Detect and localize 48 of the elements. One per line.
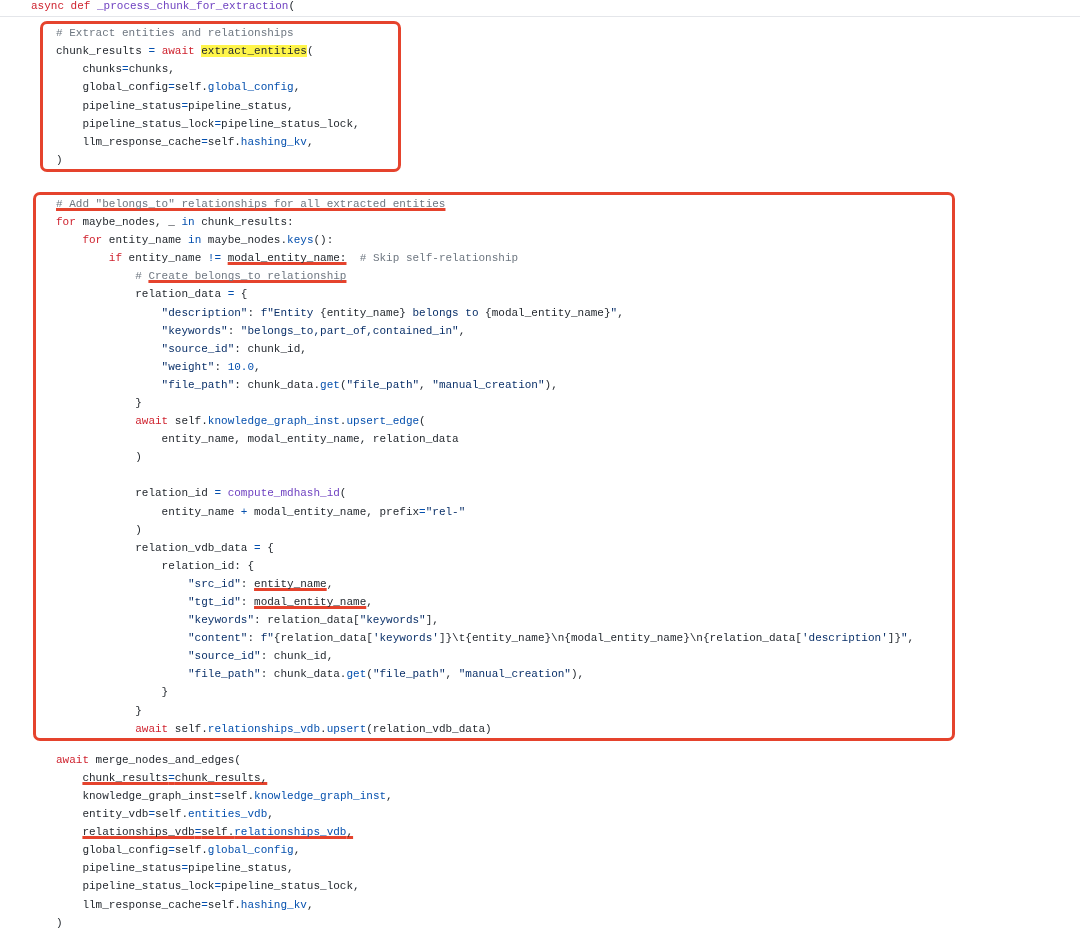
code-line: "keywords": "belongs_to,part_of,contained_in", bbox=[160, 323, 466, 339]
code-line: async def _process_chunk_for_extraction( bbox=[30, 0, 296, 14]
code-line: chunk_results = await extract_entities( bbox=[56, 44, 314, 60]
code-line: await self.knowledge_graph_inst.upsert_edge( bbox=[134, 414, 426, 430]
code-line: # Create belongs_to relationship bbox=[134, 269, 347, 285]
code-line: entity_name + modal_entity_name, prefix="rel-" bbox=[160, 504, 466, 520]
code-line: "source_id": chunk_id, bbox=[160, 341, 307, 357]
code-line: pipeline_status_lock=pipeline_status_lock, bbox=[81, 879, 360, 895]
code-line: "description": f"Entity {entity_name} belongs to {modal_entity_name}", bbox=[160, 305, 624, 321]
code-line: for entity_name in maybe_nodes.keys(): bbox=[81, 233, 334, 249]
code-line: chunks=chunks, bbox=[81, 62, 175, 78]
code-line: "file_path": chunk_data.get("file_path", "manual_creation"), bbox=[187, 667, 585, 683]
code-line: await merge_nodes_and_edges( bbox=[56, 752, 241, 768]
code-line: pipeline_status_lock=pipeline_status_lock, bbox=[81, 116, 360, 132]
code-line: } bbox=[134, 703, 142, 719]
code-line: pipeline_status=pipeline_status, bbox=[81, 98, 294, 114]
code-line: "weight": 10.0, bbox=[160, 359, 261, 375]
code-line: ) bbox=[134, 450, 142, 466]
code-line: global_config=self.global_config, bbox=[81, 80, 301, 96]
code-line: global_config=self.global_config, bbox=[81, 843, 301, 859]
code-line: relationships_vdb=self.relationships_vdb, bbox=[81, 825, 354, 841]
code-line: # Add "belongs_to" relationships for all extracted entities bbox=[56, 196, 446, 212]
code-line: llm_response_cache=self.hashing_kv, bbox=[81, 897, 314, 913]
code-line: relation_id: { bbox=[160, 558, 255, 574]
code-line: pipeline_status=pipeline_status, bbox=[81, 861, 294, 877]
code-line: chunk_results=chunk_results, bbox=[81, 770, 268, 786]
code-line: "file_path": chunk_data.get("file_path", "manual_creation"), bbox=[160, 377, 558, 393]
code-line: ) bbox=[56, 915, 63, 931]
code-line: "tgt_id": modal_entity_name, bbox=[187, 595, 373, 610]
code-line: "keywords": relation_data["keywords"], bbox=[187, 613, 439, 629]
code-line: llm_response_cache=self.hashing_kv, bbox=[81, 134, 314, 150]
code-line: entity_vdb=self.entities_vdb, bbox=[81, 807, 274, 823]
code-line: knowledge_graph_inst=self.knowledge_graph_inst, bbox=[81, 788, 393, 804]
code-line: "source_id": chunk_id, bbox=[187, 649, 334, 665]
code-line: } bbox=[134, 395, 142, 411]
code-line: "content": f"{relation_data['keywords']}\t{entity_name}\n{modal_entity_name}\n{relation_data['description']}", bbox=[187, 631, 915, 647]
code-line: ) bbox=[134, 522, 142, 538]
code-line: entity_name, modal_entity_name, relation_data bbox=[160, 432, 459, 448]
code-line: ) bbox=[56, 152, 63, 168]
code-line: "src_id": entity_name, bbox=[187, 576, 334, 592]
code-line: relation_vdb_data = { bbox=[134, 540, 274, 556]
code-line: for maybe_nodes, _ in chunk_results: bbox=[56, 215, 294, 231]
code-line: relation_data = { bbox=[134, 287, 248, 303]
code-line: # Extract entities and relationships bbox=[56, 26, 294, 42]
code-line: relation_id = compute_mdhash_id( bbox=[134, 486, 347, 502]
code-line: if entity_name != modal_entity_name: # Skip self-relationship bbox=[107, 251, 519, 267]
code-line: } bbox=[160, 685, 169, 701]
code-line: await self.relationships_vdb.upsert(relation_vdb_data) bbox=[134, 721, 492, 737]
